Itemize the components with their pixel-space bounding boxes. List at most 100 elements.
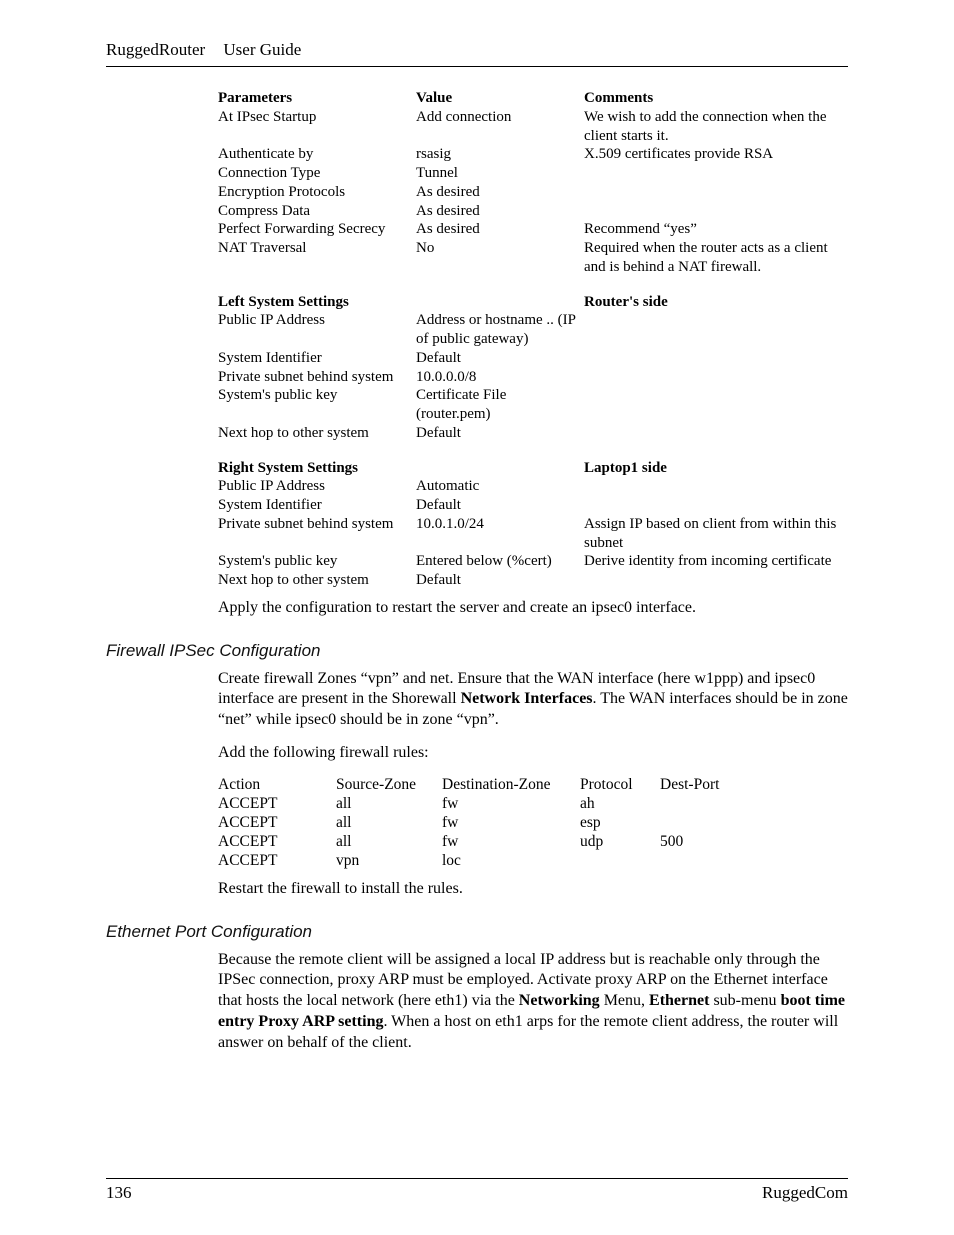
cell: ah: [580, 795, 660, 814]
param: Public IP Address: [218, 311, 416, 349]
hdr-destport: Dest-Port: [660, 776, 729, 795]
param: Perfect Forwarding Secrecy: [218, 220, 416, 239]
cell: loc: [442, 852, 580, 871]
bold-text: Networking: [519, 992, 600, 1009]
cell: fw: [442, 833, 580, 852]
col-parameters: Parameters: [218, 90, 292, 106]
cell: [580, 852, 660, 871]
param: Next hop to other system: [218, 424, 416, 443]
param: Compress Data: [218, 202, 416, 221]
param: System Identifier: [218, 496, 416, 515]
comment: [584, 424, 848, 443]
ethernet-paragraph: Because the remote client will be assign…: [218, 950, 848, 1054]
param: Private subnet behind system: [218, 368, 416, 387]
text: sub-menu: [709, 992, 780, 1009]
footer-brand: RuggedCom: [762, 1183, 848, 1203]
comment: Derive identity from incoming certificat…: [584, 552, 848, 571]
header-guide: User Guide: [223, 40, 301, 59]
value: Default: [416, 496, 584, 515]
value: Default: [416, 349, 584, 368]
comment: Required when the router acts as a clien…: [584, 239, 848, 277]
page-header: RuggedRouter User Guide: [106, 40, 848, 67]
cell: all: [336, 795, 442, 814]
header-product: RuggedRouter: [106, 40, 205, 59]
comment: [584, 386, 848, 424]
param: System Identifier: [218, 349, 416, 368]
ipsec-parameters-table: Parameters Value Comments At IPsec Start…: [218, 89, 848, 590]
value: Default: [416, 571, 584, 590]
comment: [584, 349, 848, 368]
value: Entered below (%cert): [416, 552, 584, 571]
param: System's public key: [218, 386, 416, 424]
left-settings-side: Router's side: [584, 294, 668, 310]
apply-paragraph: Apply the configuration to restart the s…: [218, 598, 848, 619]
cell: udp: [580, 833, 660, 852]
page-footer: 136 RuggedCom: [106, 1178, 848, 1203]
comment: [584, 164, 848, 183]
firewall-paragraph-1: Create firewall Zones “vpn” and net. Ens…: [218, 669, 848, 731]
cell: ACCEPT: [218, 814, 336, 833]
param: Public IP Address: [218, 477, 416, 496]
cell: [660, 814, 729, 833]
value: As desired: [416, 202, 584, 221]
comment: [584, 571, 848, 590]
comment: [584, 183, 848, 202]
cell: ACCEPT: [218, 833, 336, 852]
ethernet-heading: Ethernet Port Configuration: [106, 922, 848, 942]
cell: all: [336, 814, 442, 833]
cell: vpn: [336, 852, 442, 871]
param: Private subnet behind system: [218, 515, 416, 553]
value: 10.0.0.0/8: [416, 368, 584, 387]
comment: Assign IP based on client from within th…: [584, 515, 848, 553]
firewall-paragraph-3: Restart the firewall to install the rule…: [218, 879, 848, 900]
page-number: 136: [106, 1183, 132, 1203]
value: Tunnel: [416, 164, 584, 183]
param: NAT Traversal: [218, 239, 416, 277]
param: Authenticate by: [218, 145, 416, 164]
value: As desired: [416, 183, 584, 202]
hdr-action: Action: [218, 776, 336, 795]
cell: fw: [442, 814, 580, 833]
value: 10.0.1.0/24: [416, 515, 584, 553]
value: No: [416, 239, 584, 277]
cell: all: [336, 833, 442, 852]
value: Automatic: [416, 477, 584, 496]
left-settings-heading: Left System Settings: [218, 294, 349, 310]
value: Add connection: [416, 108, 584, 146]
hdr-source: Source-Zone: [336, 776, 442, 795]
value: As desired: [416, 220, 584, 239]
param: At IPsec Startup: [218, 108, 416, 146]
value: Default: [416, 424, 584, 443]
comment: [584, 368, 848, 387]
comment: [584, 311, 848, 349]
right-settings-heading: Right System Settings: [218, 460, 358, 476]
bold-text: Network Interfaces: [461, 690, 593, 707]
comment: [584, 496, 848, 515]
cell: ACCEPT: [218, 852, 336, 871]
text: Menu,: [600, 992, 649, 1009]
firewall-paragraph-2: Add the following firewall rules:: [218, 743, 848, 764]
cell: 500: [660, 833, 729, 852]
cell: [660, 795, 729, 814]
cell: esp: [580, 814, 660, 833]
param: Connection Type: [218, 164, 416, 183]
col-comments: Comments: [584, 90, 653, 106]
hdr-protocol: Protocol: [580, 776, 660, 795]
cell: ACCEPT: [218, 795, 336, 814]
param: System's public key: [218, 552, 416, 571]
value: Certificate File (router.pem): [416, 386, 584, 424]
firewall-rules-table: Action Source-Zone Destination-Zone Prot…: [218, 776, 729, 871]
bold-text: Ethernet: [649, 992, 709, 1009]
col-value: Value: [416, 90, 452, 106]
value: Address or hostname .. (IP of public gat…: [416, 311, 584, 349]
param: Encryption Protocols: [218, 183, 416, 202]
firewall-heading: Firewall IPSec Configuration: [106, 641, 848, 661]
comment: X.509 certificates provide RSA: [584, 145, 848, 164]
value: rsasig: [416, 145, 584, 164]
cell: [660, 852, 729, 871]
comment: [584, 202, 848, 221]
comment: [584, 477, 848, 496]
right-settings-side: Laptop1 side: [584, 460, 667, 476]
comment: Recommend “yes”: [584, 220, 848, 239]
param: Next hop to other system: [218, 571, 416, 590]
